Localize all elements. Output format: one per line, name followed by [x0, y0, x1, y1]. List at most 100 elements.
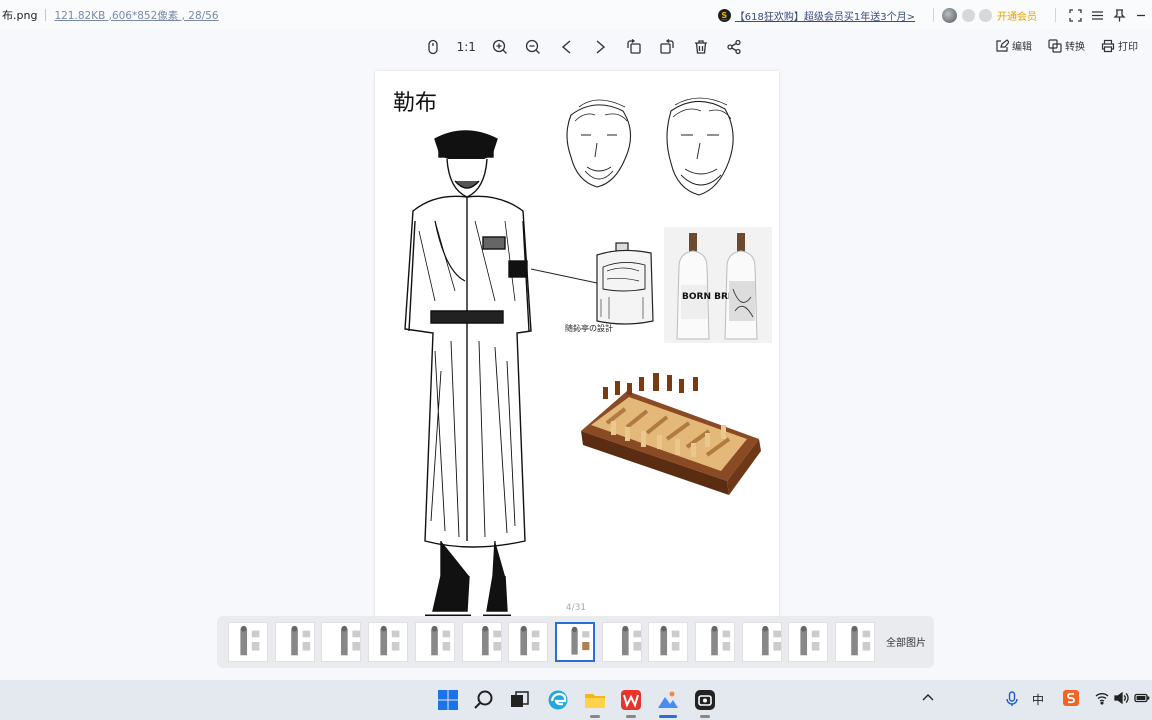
thumbnail-11[interactable]	[695, 622, 735, 662]
convert-button[interactable]: 转换	[1048, 38, 1085, 53]
rotate-right-icon	[660, 39, 674, 54]
bottle-photo: BORN BRED	[664, 227, 772, 343]
actual-size-button[interactable]: 1:1	[450, 34, 484, 60]
chevron-left-icon	[561, 40, 571, 54]
rotate-right-button[interactable]	[651, 34, 685, 60]
thumbnail-7[interactable]	[508, 622, 549, 662]
tool-row: 1:1	[416, 34, 751, 60]
convert-label: 转换	[1065, 42, 1085, 53]
more-button[interactable]	[1130, 0, 1152, 30]
zoom-out-icon	[526, 39, 541, 54]
head-sketch-2	[666, 97, 734, 196]
fullscreen-button[interactable]	[1064, 0, 1086, 30]
thumbnail-sketch	[240, 625, 260, 656]
battery-icon	[1134, 693, 1150, 703]
thumbnail-sketch	[621, 625, 641, 656]
ime-indicator[interactable]: 中	[1032, 691, 1044, 708]
share-button[interactable]	[718, 34, 752, 60]
rotate-left-icon	[627, 39, 641, 54]
mouse-mode-button[interactable]	[416, 34, 450, 60]
title-right-area: S 【618狂欢购】超级会员买1年送3个月> 开通会员	[717, 0, 1152, 30]
thumbnail-sketch	[520, 625, 540, 656]
right-tools: 编辑 转换 打印	[995, 38, 1138, 53]
flask-sketch	[596, 242, 654, 325]
wifi-icon	[1095, 693, 1109, 705]
active-indicator-photos	[659, 715, 677, 718]
thumbnail-8[interactable]	[554, 622, 595, 662]
thumbnail-13[interactable]	[788, 622, 829, 662]
thumbnail-6[interactable]	[461, 622, 502, 662]
folder-icon	[585, 694, 605, 708]
thumbnail-1[interactable]	[228, 622, 268, 662]
previous-button[interactable]	[550, 34, 584, 60]
file-explorer-button[interactable]	[583, 688, 607, 712]
thumbnail-3[interactable]	[321, 622, 362, 662]
avatar[interactable]	[942, 7, 957, 23]
file-meta[interactable]: 121.82KB ,606*852像素 , 28/56	[54, 8, 218, 23]
thumbnail-5[interactable]	[414, 622, 455, 662]
title-divider-2	[933, 8, 934, 22]
thumbnail-strip: 全部图片	[217, 616, 934, 668]
vip-badge-icon	[979, 8, 992, 22]
thumbnail-2[interactable]	[274, 622, 315, 662]
title-bar: 布.png 121.82KB ,606*852像素 , 28/56 S 【618…	[0, 0, 1152, 30]
wifi-button[interactable]	[1095, 691, 1109, 708]
print-label: 打印	[1118, 42, 1138, 53]
image-canvas[interactable]: 勒布 随鈊亭の設計 BORN BRED	[375, 71, 779, 631]
share-icon	[727, 39, 741, 55]
thumbnail-sketch	[800, 625, 820, 656]
photo-viewer-icon	[658, 691, 678, 708]
promo-link[interactable]: S 【618狂欢购】超级会员买1年送3个月>	[717, 8, 915, 23]
edge-button[interactable]	[546, 688, 570, 712]
battery-button[interactable]	[1134, 691, 1150, 708]
thumbnail-14[interactable]	[835, 622, 876, 662]
thumbnail-sketch	[481, 625, 501, 656]
microphone-button[interactable]	[1005, 691, 1019, 710]
thumbnail-9[interactable]	[601, 622, 642, 662]
signature-text: 随鈊亭の設計	[565, 323, 613, 333]
sogou-ime-button[interactable]	[1062, 689, 1080, 710]
zoom-in-button[interactable]	[483, 34, 517, 60]
zoom-out-button[interactable]	[517, 34, 551, 60]
all-images-button[interactable]: 全部图片	[886, 634, 926, 649]
start-button[interactable]	[436, 688, 460, 712]
photo-viewer-button[interactable]	[656, 688, 680, 712]
pin-button[interactable]	[1108, 0, 1130, 30]
thumbnail-sketch	[290, 625, 310, 656]
delete-button[interactable]	[684, 34, 718, 60]
task-view-button[interactable]	[507, 688, 531, 712]
thumbnail-12[interactable]	[741, 622, 782, 662]
title-divider-3	[1055, 8, 1056, 22]
speaker-icon	[1114, 691, 1129, 705]
thumbnail-4[interactable]	[368, 622, 409, 662]
capture-app-button[interactable]	[693, 688, 717, 712]
wps-button[interactable]	[619, 688, 643, 712]
thumbnail-sketch	[660, 625, 680, 656]
title-divider	[45, 9, 47, 21]
thumbnail-10[interactable]	[648, 622, 689, 662]
edge-icon	[548, 690, 568, 710]
taskbar-search-button[interactable]	[472, 688, 496, 712]
tray-overflow-button[interactable]	[921, 691, 935, 708]
edit-button[interactable]: 编辑	[995, 38, 1032, 53]
chess-board-photo	[581, 373, 761, 495]
officer-figure	[404, 130, 532, 618]
rotate-left-button[interactable]	[617, 34, 651, 60]
volume-button[interactable]	[1114, 691, 1129, 708]
promo-s-icon: S	[717, 8, 731, 22]
menu-button[interactable]	[1086, 0, 1108, 30]
running-indicator-explorer	[590, 715, 600, 718]
file-name: 布.png	[2, 9, 38, 22]
vip-button[interactable]: 开通会员	[997, 8, 1037, 23]
next-button[interactable]	[584, 34, 618, 60]
toolbar: 1:1 编辑 转换 打印	[0, 30, 1152, 64]
print-button[interactable]: 打印	[1101, 38, 1138, 53]
mouse-icon	[428, 39, 438, 55]
camera-app-icon	[695, 690, 715, 710]
task-view-icon	[511, 691, 529, 707]
windows-icon	[438, 690, 458, 710]
edit-icon	[996, 38, 1009, 52]
thumbnail-sketch	[851, 625, 871, 656]
convert-icon	[1048, 38, 1062, 53]
running-indicator-capture	[700, 715, 710, 718]
